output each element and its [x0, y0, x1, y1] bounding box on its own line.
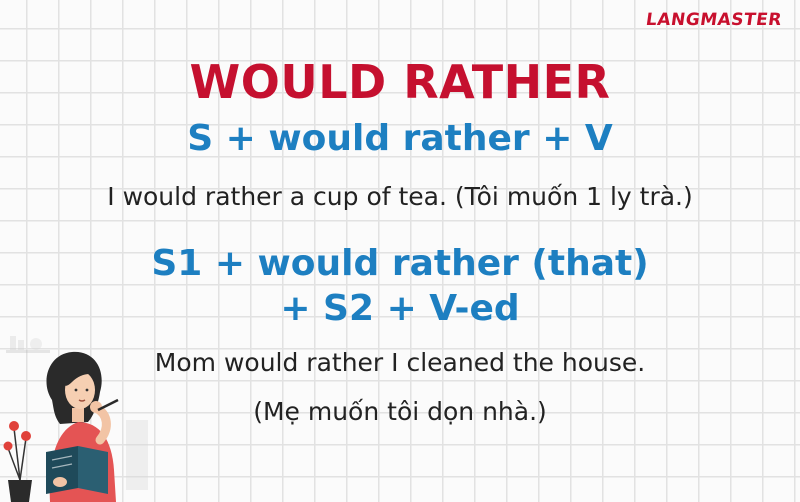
woman-figure-icon [46, 351, 119, 502]
formula-2-line-2: + S2 + V-ed [280, 288, 520, 329]
formula-2-line-1: S1 + would rather (that) [151, 243, 649, 284]
example-1: I would rather a cup of tea. (Tôi muốn 1… [107, 182, 693, 211]
woman-reading-book-illustration [3, 336, 148, 502]
formula-1: S + would rather + V [187, 118, 613, 159]
slide-canvas: LANGMASTER WOULD RATHER S + would rather… [0, 0, 800, 502]
brand-logo: LANGMASTER [644, 10, 784, 30]
page-title: WOULD RATHER [189, 55, 611, 109]
plant-icon [3, 421, 32, 502]
